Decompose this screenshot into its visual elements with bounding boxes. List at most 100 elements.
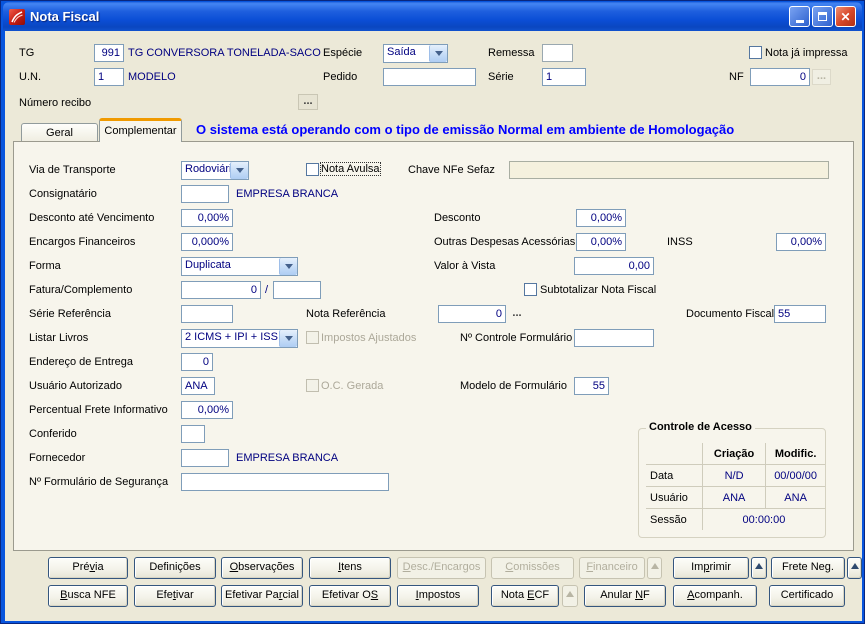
consignatario-label: Consignatário: [29, 188, 97, 200]
fornecedor-input[interactable]: [181, 449, 229, 467]
subtotalizar-checkbox[interactable]: [524, 283, 537, 296]
nota-ja-impressa-checkbox[interactable]: [749, 46, 762, 59]
numero-recibo-browse-button[interactable]: ...: [298, 94, 318, 110]
button-observacoes[interactable]: Observações: [221, 557, 303, 579]
minimize-icon: [795, 20, 804, 23]
serie-referencia-input[interactable]: [181, 305, 233, 323]
button-definicoes[interactable]: Definições: [134, 557, 216, 579]
oc-gerada-label: O.C. Gerada: [321, 380, 384, 392]
fatura-input[interactable]: [181, 281, 261, 299]
fatura-complemento-input[interactable]: [273, 281, 321, 299]
especie-select[interactable]: Saída: [383, 44, 448, 63]
close-button[interactable]: ✕: [835, 6, 856, 27]
up-arrow-button: [562, 585, 578, 607]
minimize-button[interactable]: [789, 6, 810, 27]
up-arrow-button[interactable]: [751, 557, 767, 579]
n-controle-formulario-input[interactable]: [574, 329, 654, 347]
acc-data-modific: 00/00/00: [765, 464, 826, 487]
chevron-down-icon[interactable]: [279, 258, 297, 275]
nf-input[interactable]: [750, 68, 810, 86]
nf-label: NF: [729, 71, 744, 83]
desconto-vencimento-input[interactable]: [181, 209, 233, 227]
button-acompanh[interactable]: Acompanh.: [673, 585, 757, 607]
button-previa[interactable]: Prévia: [48, 557, 128, 579]
button-imprimir[interactable]: Imprimir: [673, 557, 749, 579]
up-arrow-icon: [566, 590, 574, 597]
button-frete-neg[interactable]: Frete Neg.: [771, 557, 845, 579]
up-arrow-button[interactable]: [847, 557, 862, 579]
remessa-input[interactable]: [542, 44, 573, 62]
documento-fiscal-input[interactable]: [774, 305, 826, 323]
maximize-button[interactable]: [812, 6, 833, 27]
forma-select[interactable]: Duplicata: [181, 257, 298, 276]
app-icon: [9, 8, 25, 25]
button-busca-nfe[interactable]: Busca NFE: [48, 585, 128, 607]
nota-referencia-input[interactable]: [438, 305, 506, 323]
conferido-input[interactable]: [181, 425, 205, 443]
nota-ja-impressa-label: Nota já impressa: [765, 47, 848, 59]
listar-livros-label: Listar Livros: [29, 332, 89, 344]
pedido-input[interactable]: [383, 68, 476, 86]
modelo-formulario-input[interactable]: [574, 377, 609, 395]
via-transporte-select[interactable]: Rodoviária: [181, 161, 249, 180]
impostos-ajustados-checkbox: [306, 331, 319, 344]
valor-vista-input[interactable]: [574, 257, 654, 275]
acc-col-criacao: Criação: [701, 442, 767, 465]
fornecedor-description: EMPRESA BRANCA: [236, 452, 339, 464]
button-desc-encargos: Desc./Encargos: [397, 557, 486, 579]
chave-nfe-label: Chave NFe Sefaz: [408, 164, 495, 176]
acc-corner: [645, 442, 703, 465]
n-formulario-seguranca-input[interactable]: [181, 473, 389, 491]
tab-complementar[interactable]: Complementar: [99, 118, 182, 142]
button-impostos[interactable]: Impostos: [397, 585, 479, 607]
consignatario-description: EMPRESA BRANCA: [236, 188, 339, 200]
serie-referencia-label: Série Referência: [29, 308, 111, 320]
outras-despesas-input[interactable]: [576, 233, 626, 251]
chevron-down-icon[interactable]: [230, 162, 248, 179]
button-efetivar-parcial[interactable]: Efetivar Parcial: [221, 585, 303, 607]
n-formulario-seguranca-label: Nº Formulário de Segurança: [29, 476, 169, 488]
un-input[interactable]: [94, 68, 124, 86]
inss-input[interactable]: [776, 233, 826, 251]
acc-row-data-label: Data: [645, 464, 703, 487]
encargos-label: Encargos Financeiros: [29, 236, 136, 248]
maximize-icon: [818, 12, 827, 21]
tg-input[interactable]: [94, 44, 124, 62]
encargos-input[interactable]: [181, 233, 233, 251]
nota-avulsa-checkbox[interactable]: [306, 163, 319, 176]
button-efetivar[interactable]: Efetivar: [134, 585, 216, 607]
nota-referencia-label: Nota Referência: [306, 308, 386, 320]
consignatario-input[interactable]: [181, 185, 229, 203]
tg-description: TG CONVERSORA TONELADA-SACO: [128, 47, 321, 59]
button-nota-ecf[interactable]: Nota ECF: [491, 585, 559, 607]
tab-geral[interactable]: Geral: [21, 123, 98, 142]
status-message: O sistema está operando com o tipo de em…: [196, 122, 735, 137]
acc-row-sessao-label: Sessão: [645, 508, 703, 531]
listar-livros-value: 2 ICMS + IPI + ISS: [185, 331, 278, 343]
percentual-frete-input[interactable]: [181, 401, 233, 419]
usuario-autorizado-input[interactable]: [181, 377, 215, 395]
up-arrow-button: [647, 557, 662, 579]
button-efetivar-os[interactable]: Efetivar OS: [309, 585, 391, 607]
button-certificado[interactable]: Certificado: [769, 585, 845, 607]
up-arrow-icon: [850, 562, 859, 569]
serie-input[interactable]: [542, 68, 586, 86]
button-itens[interactable]: Itens: [309, 557, 391, 579]
numero-recibo-label: Número recibo: [19, 97, 92, 109]
chave-nfe-input: [509, 161, 829, 179]
desconto-label: Desconto: [434, 212, 481, 224]
chevron-down-icon[interactable]: [429, 45, 447, 62]
pedido-label: Pedido: [323, 71, 358, 83]
chevron-down-icon[interactable]: [279, 330, 297, 347]
button-anular-nf[interactable]: Anular NF: [584, 585, 666, 607]
desconto-input[interactable]: [576, 209, 626, 227]
oc-gerada-checkbox: [306, 379, 319, 392]
listar-livros-select[interactable]: 2 ICMS + IPI + ISS: [181, 329, 298, 348]
nota-referencia-browse-button[interactable]: ...: [510, 307, 524, 323]
endereco-entrega-input[interactable]: [181, 353, 213, 371]
n-controle-formulario-label: Nº Controle Formulário: [460, 332, 573, 344]
acc-col-modific: Modific.: [765, 442, 826, 465]
outras-despesas-label: Outras Despesas Acessórias: [434, 236, 576, 248]
valor-vista-label: Valor à Vista: [434, 260, 496, 272]
nf-browse-button: ...: [812, 69, 831, 85]
